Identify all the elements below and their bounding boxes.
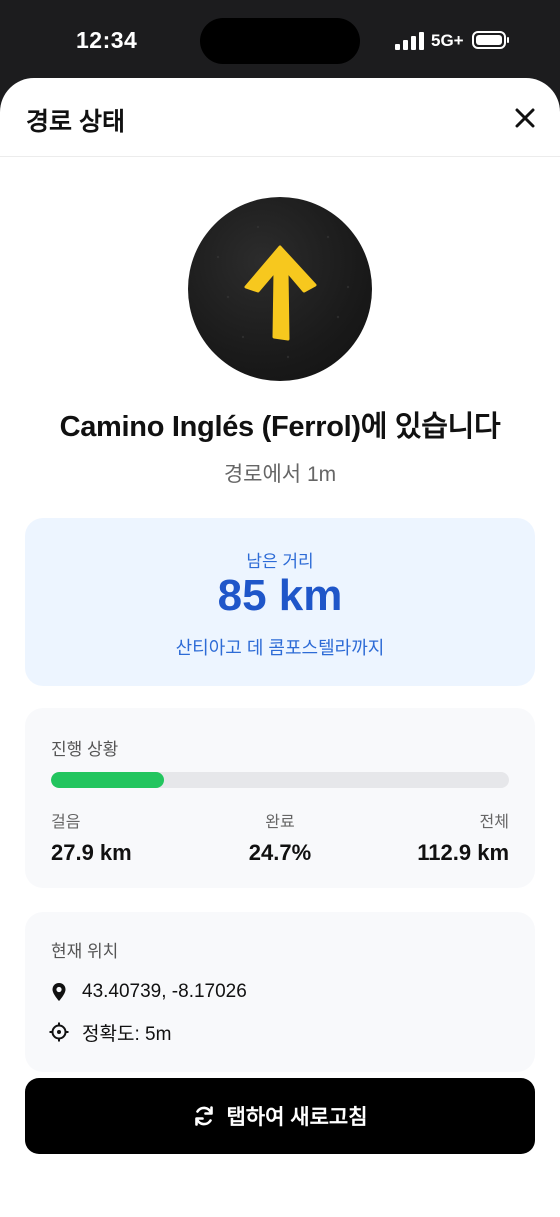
close-button[interactable] — [507, 100, 543, 136]
remaining-distance-destination: 산티아고 데 콤포스텔라까지 — [175, 638, 385, 658]
close-icon — [515, 108, 535, 128]
crosshair-icon — [49, 1022, 69, 1042]
refresh-button[interactable]: 탭하여 새로고침 — [25, 1078, 535, 1154]
refresh-icon — [195, 1106, 214, 1126]
current-location-label: 현재 위치 — [51, 942, 119, 961]
progress-label: 진행 상황 — [51, 740, 119, 759]
complete-value: 24.7% — [248, 840, 312, 865]
complete-stat: 완료 24.7% — [180, 808, 380, 866]
coordinates-value: 43.40739, -8.17026 — [82, 981, 247, 1002]
battery-icon — [472, 31, 509, 49]
progress-bar — [51, 772, 509, 788]
total-value: 112.9 km — [417, 840, 509, 865]
remaining-distance-label: 남은 거리 — [246, 552, 314, 571]
walked-label: 걸음 — [51, 814, 81, 831]
remaining-distance-card: 남은 거리 85 km 산티아고 데 콤포스텔라까지 — [25, 518, 535, 686]
camino-arrow-image — [188, 197, 372, 381]
sheet-title: 경로 상태 — [26, 108, 125, 136]
network-label: 5G+ — [431, 31, 464, 50]
current-location-card: 현재 위치 43.40739, -8.17026 정확도: 5m — [25, 912, 535, 1072]
sheet-header: 경로 상태 — [0, 78, 560, 157]
total-label: 전체 — [479, 814, 509, 831]
walked-value: 27.9 km — [51, 840, 132, 865]
progress-bar-fill — [51, 772, 165, 788]
arrow-up-icon — [216, 225, 350, 359]
refresh-label: 탭하여 새로고침 — [226, 1106, 368, 1129]
complete-label: 완료 — [265, 814, 295, 831]
coordinates-row: 43.40739, -8.17026 — [49, 979, 247, 1005]
remaining-distance-value: 85 km — [217, 571, 343, 620]
accuracy-value: 정확도: 5m — [82, 1023, 172, 1045]
status-time: 12:34 — [76, 27, 138, 53]
progress-card: 진행 상황 걸음 27.9 km 완료 24.7% 전체 112.9 km — [25, 708, 535, 888]
route-distance-from-path: 경로에서 1m — [223, 463, 337, 486]
dynamic-island — [200, 18, 360, 64]
route-status-sheet: 경로 상태 Camino Inglés (Ferrol)에 있습니다 경로에서 … — [0, 78, 560, 1217]
walked-stat: 걸음 27.9 km — [51, 808, 132, 866]
accuracy-row: 정확도: 5m — [49, 1019, 171, 1045]
map-pin-icon — [52, 983, 66, 1001]
signal-icon — [395, 32, 425, 50]
total-stat: 전체 112.9 km — [417, 808, 509, 866]
route-title: Camino Inglés (Ferrol)에 있습니다 — [59, 411, 501, 443]
status-bar: 12:34 5G+ — [0, 0, 560, 80]
